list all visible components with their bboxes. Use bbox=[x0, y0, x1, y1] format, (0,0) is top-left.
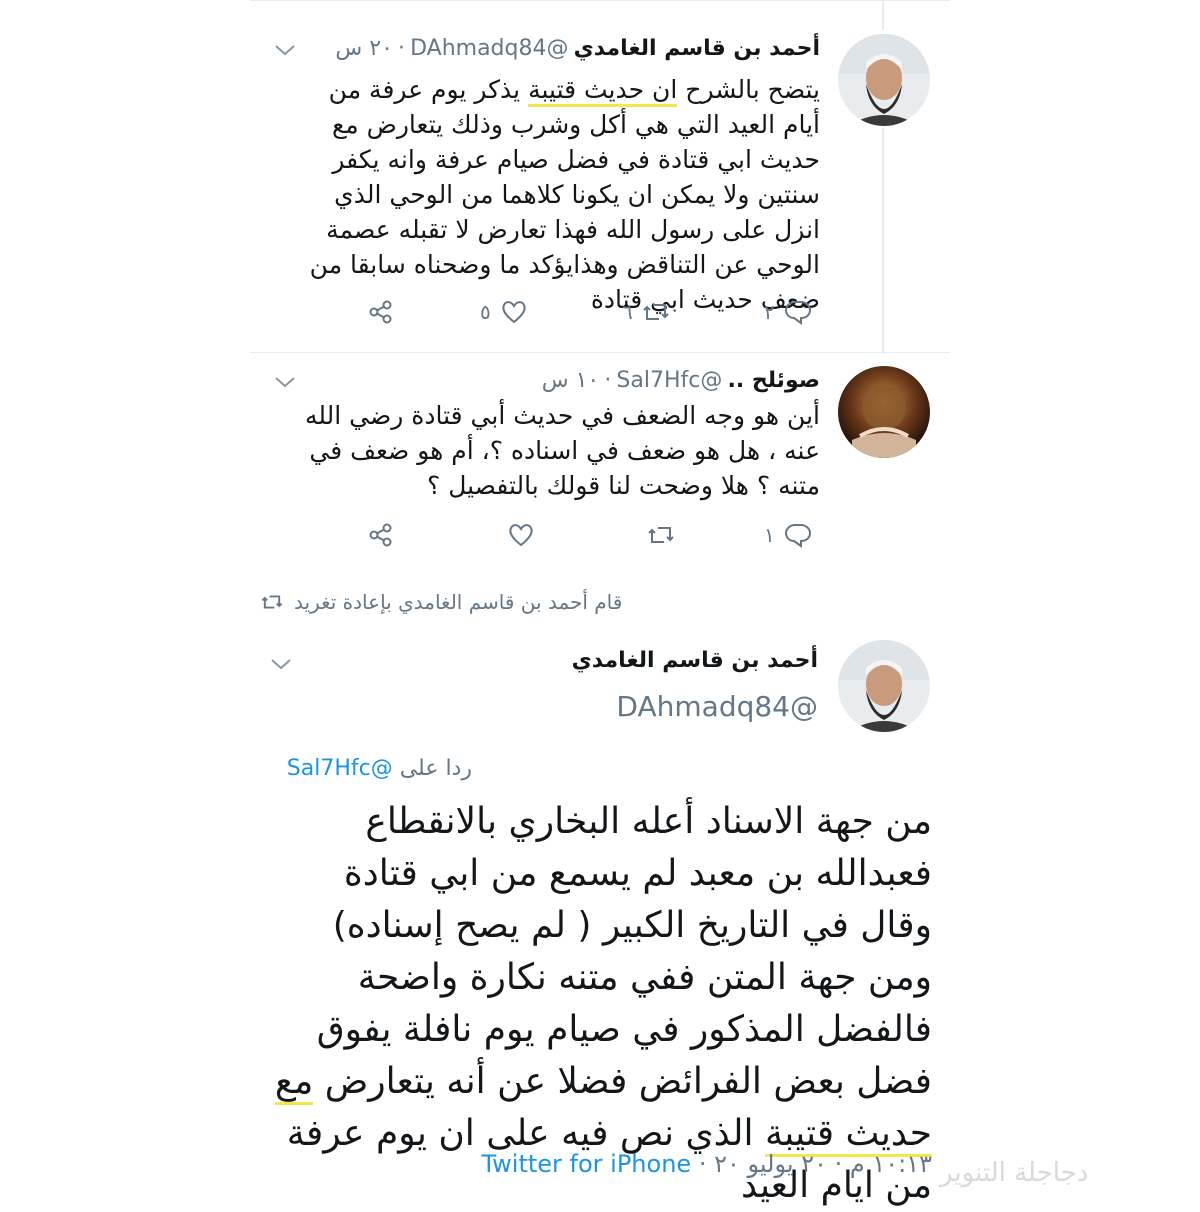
heart-icon bbox=[509, 524, 533, 547]
chevron-down-icon[interactable] bbox=[272, 372, 298, 392]
tweet-text: يتضح بالشرح ان حديث قتيبة يذكر يوم عرفة … bbox=[309, 75, 820, 314]
reply-prefix: ردا على bbox=[399, 756, 472, 781]
reply-context: ردا على @Sal7Hfc bbox=[72, 756, 472, 781]
watermark: دجاجلة التنوير bbox=[940, 1158, 1089, 1188]
highlighted-phrase: ان حديث قتيبة bbox=[528, 75, 678, 107]
tweet-text: أين هو وجه الضعف في حديث أبي قتادة رضي ا… bbox=[304, 401, 820, 500]
reply-button[interactable]: ٢ bbox=[764, 295, 813, 329]
handle[interactable]: @Sal7Hfc bbox=[616, 368, 722, 393]
handle[interactable]: @DAhmadq84 bbox=[410, 36, 568, 61]
share-icon bbox=[369, 523, 392, 547]
retweet-button[interactable] bbox=[646, 518, 676, 552]
tweet-header: صوئلح .. @Sal7Hfc · ١٠ س bbox=[541, 368, 820, 393]
like-button[interactable]: ٥ bbox=[480, 295, 529, 329]
reply-icon bbox=[784, 524, 811, 548]
reply-button[interactable]: ١ bbox=[764, 518, 813, 552]
tweet-footer: ١٠:١٣ م · ٢٠ يوليو ٢٠ · Twitter for iPho… bbox=[481, 1150, 932, 1178]
divider bbox=[250, 352, 950, 353]
tweet-header: أحمد بن قاسم الغامدي @DAhmadq84 · ٢٠ س bbox=[335, 36, 820, 61]
retweet-icon bbox=[648, 527, 674, 543]
retweet-banner[interactable]: قام أحمد بن قاسم الغامدي بإعادة تغريد bbox=[260, 590, 860, 614]
handle[interactable]: @DAhmadq84 bbox=[398, 690, 818, 723]
heart-icon bbox=[502, 301, 526, 324]
retweet-count: ٦ bbox=[622, 300, 633, 324]
divider bbox=[250, 0, 950, 1]
display-name[interactable]: صوئلح .. bbox=[727, 368, 820, 393]
timestamp[interactable]: ١٠ س bbox=[542, 368, 600, 393]
timestamp[interactable]: ٢٠ س bbox=[335, 36, 393, 61]
reply-count: ٢ bbox=[764, 300, 775, 324]
avatar[interactable] bbox=[838, 34, 930, 126]
share-button[interactable] bbox=[366, 295, 396, 329]
avatar[interactable] bbox=[838, 366, 930, 458]
tweet-timestamp: ١٠:١٣ م · ٢٠ يوليو ٢٠ bbox=[714, 1150, 932, 1178]
display-name[interactable]: أحمد بن قاسم الغامدي bbox=[574, 36, 820, 61]
retweet-banner-text: قام أحمد بن قاسم الغامدي بإعادة تغريد bbox=[294, 590, 623, 614]
chevron-down-icon[interactable] bbox=[272, 40, 298, 60]
thread-line bbox=[882, 0, 884, 30]
retweet-icon bbox=[261, 595, 283, 609]
reply-count: ١ bbox=[764, 523, 775, 547]
reply-handle-link[interactable]: @Sal7Hfc bbox=[287, 756, 393, 781]
share-button[interactable] bbox=[366, 518, 396, 552]
like-button[interactable] bbox=[506, 518, 536, 552]
display-name[interactable]: أحمد بن قاسم الغامدي bbox=[398, 648, 818, 673]
retweet-icon bbox=[643, 304, 669, 320]
chevron-down-icon[interactable] bbox=[268, 654, 294, 674]
thread-line bbox=[882, 128, 884, 354]
tweet-source-link[interactable]: Twitter for iPhone bbox=[481, 1150, 691, 1178]
avatar[interactable] bbox=[838, 640, 930, 732]
like-count: ٥ bbox=[480, 300, 491, 324]
retweet-button[interactable]: ٦ bbox=[622, 295, 671, 329]
share-icon bbox=[369, 300, 392, 324]
reply-icon bbox=[784, 301, 811, 325]
